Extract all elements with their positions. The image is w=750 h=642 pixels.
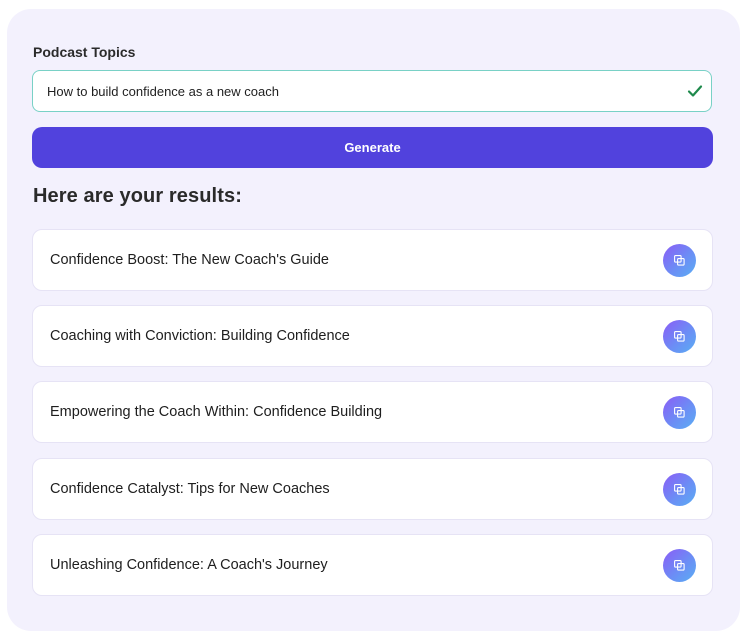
result-title: Empowering the Coach Within: Confidence … [50, 404, 383, 420]
result-title: Coaching with Conviction: Building Confi… [50, 328, 350, 344]
copy-icon [674, 560, 685, 571]
podcast-topics-input[interactable] [47, 71, 667, 111]
result-card: Coaching with Conviction: Building Confi… [32, 305, 713, 367]
copy-button[interactable] [663, 320, 696, 353]
podcast-topics-label: Podcast Topics [33, 44, 136, 60]
copy-icon [674, 484, 685, 495]
copy-button[interactable] [663, 396, 696, 429]
result-card: Confidence Catalyst: Tips for New Coache… [32, 458, 713, 520]
result-title: Confidence Boost: The New Coach's Guide [50, 252, 329, 268]
result-card: Empowering the Coach Within: Confidence … [32, 381, 713, 443]
generate-button[interactable]: Generate [32, 127, 713, 168]
podcast-topics-field[interactable] [32, 70, 712, 112]
result-title: Confidence Catalyst: Tips for New Coache… [50, 481, 330, 497]
copy-button[interactable] [663, 473, 696, 506]
result-title: Unleashing Confidence: A Coach's Journey [50, 557, 328, 573]
result-card: Confidence Boost: The New Coach's Guide [32, 229, 713, 291]
results-heading: Here are your results: [33, 185, 242, 207]
copy-icon [674, 407, 685, 418]
result-card: Unleashing Confidence: A Coach's Journey [32, 534, 713, 596]
copy-icon [674, 255, 685, 266]
copy-button[interactable] [663, 549, 696, 582]
copy-icon [674, 331, 685, 342]
copy-button[interactable] [663, 244, 696, 277]
check-icon [687, 85, 703, 97]
